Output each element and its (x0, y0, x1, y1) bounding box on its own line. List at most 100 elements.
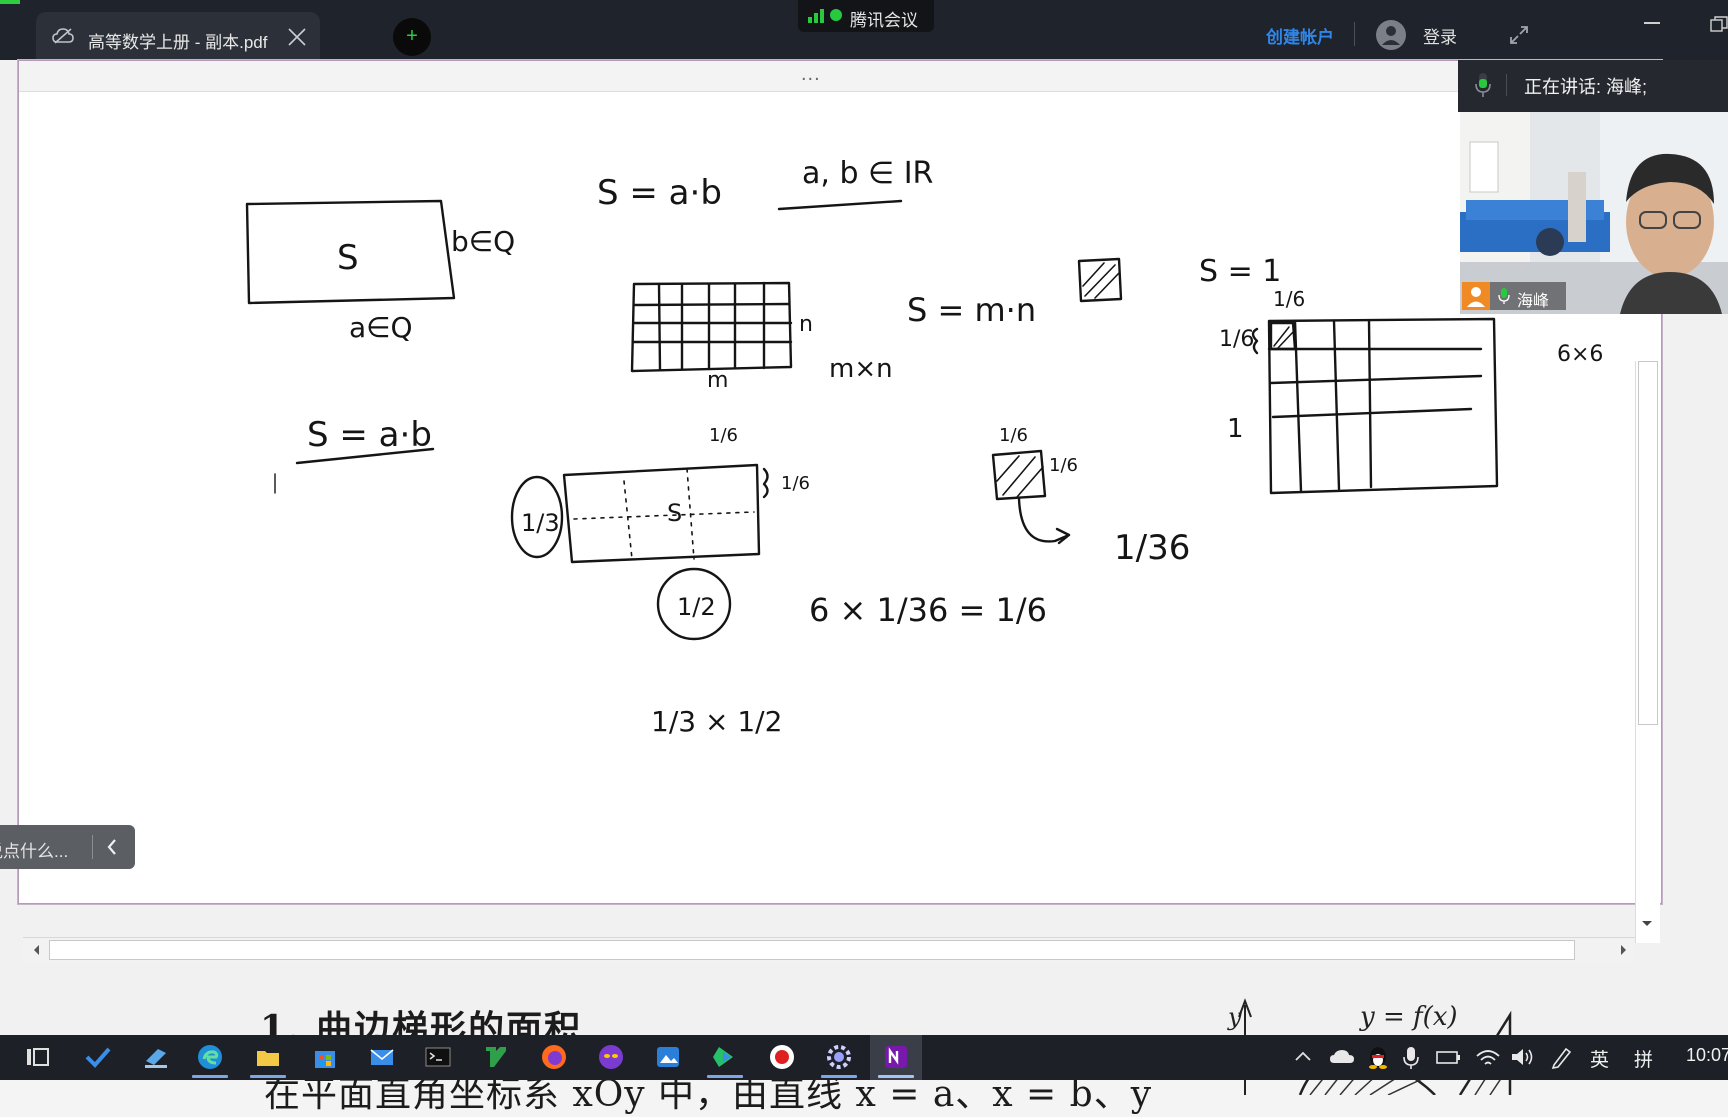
settings-gear-icon[interactable] (825, 1043, 853, 1071)
grid-m-label: m (707, 368, 728, 393)
todo-app-icon[interactable] (84, 1043, 112, 1071)
area-formula-repeat: S = a·b (307, 415, 432, 455)
whiteboard-canvas[interactable]: S b∈Q a∈Q S = a·b a, b ∈ IR n m S = m·n … (19, 91, 1635, 937)
whiteboard-window: ... S b∈Q a∈Q S = a·b a, b ∈ IR n m S = … (18, 60, 1662, 962)
a-rational-label: a∈Q (349, 311, 413, 344)
pdf-graph-function-label: y = f(x) (1359, 1002, 1458, 1032)
vim-editor-icon[interactable] (482, 1043, 510, 1071)
ime-mode-indicator[interactable]: 拼 (1634, 1045, 1653, 1072)
onedrive-cloud-icon[interactable] (1328, 1043, 1356, 1071)
participant-name-tag: 海峰 (1462, 282, 1566, 310)
explorer-running-indicator (250, 1075, 286, 1078)
six-by-six-note: 6×6 (1557, 342, 1603, 367)
onenote-running-indicator (878, 1075, 914, 1078)
user-avatar[interactable] (1376, 20, 1406, 50)
pen-input-icon[interactable] (1548, 1043, 1576, 1071)
partition-s-label: S (667, 499, 682, 527)
show-hidden-icons-chevron[interactable] (1292, 1043, 1314, 1071)
tencent-meeting-icon[interactable] (711, 1043, 739, 1071)
speaking-label: 正在讲话: 海峰; (1524, 77, 1648, 97)
mask-app-icon[interactable] (597, 1043, 625, 1071)
horizontal-scroll-thumb[interactable] (49, 940, 1575, 960)
partition-top-sixth: 1/6 (709, 425, 738, 446)
meeting-status-pill[interactable]: 腾讯会议 (798, 0, 934, 32)
signal-bars-icon (808, 9, 824, 23)
store-icon[interactable] (311, 1043, 339, 1071)
sixth-top-label: 1/6 (1273, 287, 1305, 311)
minimize-icon[interactable] (1644, 22, 1660, 24)
onenote-icon[interactable] (882, 1043, 910, 1071)
sixth-side-label: 1/6 (1219, 327, 1254, 352)
header-divider (1354, 22, 1355, 46)
wifi-icon[interactable] (1474, 1043, 1502, 1071)
new-tab-button[interactable]: + (393, 18, 431, 56)
participant-video[interactable]: 海峰 (1460, 112, 1728, 314)
user-badge-icon (1462, 282, 1490, 310)
b-rational-label: b∈Q (451, 225, 515, 258)
unit-side-label: 1 (1227, 414, 1244, 444)
scroll-down-arrow-icon[interactable] (1637, 913, 1657, 933)
speaker-divider (1506, 74, 1507, 96)
file-explorer-icon[interactable] (254, 1043, 282, 1071)
photos-app-icon[interactable] (654, 1043, 682, 1071)
chat-input-bar[interactable]: 说点什么... (0, 825, 135, 869)
ime-language-indicator[interactable]: 英 (1590, 1045, 1609, 1072)
chat-input-placeholder[interactable]: 说点什么... (0, 837, 68, 862)
one-thirty-sixth: 1/36 (1114, 528, 1190, 568)
meeting-app-name: 腾讯会议 (850, 11, 918, 30)
vertical-scroll-thumb[interactable] (1638, 361, 1658, 725)
more-options-handle[interactable]: ... (801, 63, 821, 86)
qq-penguin-icon[interactable] (1364, 1043, 1392, 1071)
login-link[interactable]: 登录 (1423, 23, 1457, 48)
chat-divider (92, 835, 93, 859)
scroll-left-arrow-icon[interactable] (29, 942, 45, 958)
underline-stroke (777, 199, 903, 211)
s-equals-one: S = 1 (1199, 254, 1281, 289)
microphone-icon (1475, 73, 1491, 97)
create-account-link[interactable]: 创建帐户 (1266, 23, 1334, 48)
grid-rectangle (630, 281, 793, 373)
edge-browser-icon[interactable] (196, 1043, 224, 1071)
clock-time[interactable]: 10:07 (1686, 1045, 1728, 1066)
partition-side-sixth: 1/6 (781, 473, 810, 494)
partitioned-rectangle (562, 463, 769, 564)
tray-microphone-icon[interactable] (1400, 1043, 1422, 1071)
windows-taskbar: 英 拼 10:07 (0, 1035, 1728, 1080)
hatched-side-sixth: 1/6 (1049, 455, 1078, 476)
plus-icon: + (406, 25, 418, 47)
remote-desktop-icon[interactable] (142, 1043, 170, 1071)
user-icon (1382, 26, 1400, 45)
six-by-six-grid (1251, 317, 1499, 495)
close-tab-icon[interactable] (286, 26, 308, 48)
active-indicator (0, 0, 20, 4)
battery-plug-icon[interactable] (1434, 1043, 1462, 1071)
document-tab-title: 高等数学上册 - 副本.pdf (88, 33, 268, 52)
participant-name: 海峰 (1517, 293, 1550, 310)
task-view-icon[interactable] (24, 1043, 52, 1071)
record-icon[interactable] (768, 1043, 796, 1071)
meeting-live-dot (830, 9, 842, 21)
pdf-graph-y-axis-label: y (1227, 1003, 1242, 1031)
edge-running-indicator (192, 1075, 228, 1078)
mail-icon[interactable] (368, 1043, 396, 1071)
firefox-icon[interactable] (540, 1043, 568, 1071)
scroll-right-arrow-icon[interactable] (1615, 942, 1631, 958)
third-times-half: 1/3 × 1/2 (651, 705, 782, 738)
fullscreen-icon[interactable] (1508, 24, 1530, 46)
document-tab[interactable]: 高等数学上册 - 副本.pdf (36, 12, 320, 60)
vertical-scrollbar[interactable] (1635, 361, 1660, 943)
grid-n-label: n (799, 312, 813, 337)
app-title-bar: 高等数学上册 - 副本.pdf + 腾讯会议 创建帐户 登录 (0, 0, 1728, 60)
half-fraction: 1/2 (677, 593, 716, 621)
settings-running-indicator (821, 1075, 857, 1078)
speaking-indicator-bar: 正在讲话: 海峰; (1458, 60, 1728, 112)
third-fraction: 1/3 (521, 509, 560, 537)
volume-icon[interactable] (1508, 1043, 1536, 1071)
chevron-left-icon[interactable] (104, 837, 120, 857)
restore-window-icon[interactable] (1710, 16, 1728, 32)
terminal-icon[interactable] (424, 1043, 452, 1071)
hatched-top-sixth: 1/6 (999, 425, 1028, 446)
whiteboard-toolbar[interactable]: ... (19, 61, 1661, 92)
unit-square (1077, 257, 1123, 303)
horizontal-scrollbar[interactable] (23, 937, 1635, 962)
